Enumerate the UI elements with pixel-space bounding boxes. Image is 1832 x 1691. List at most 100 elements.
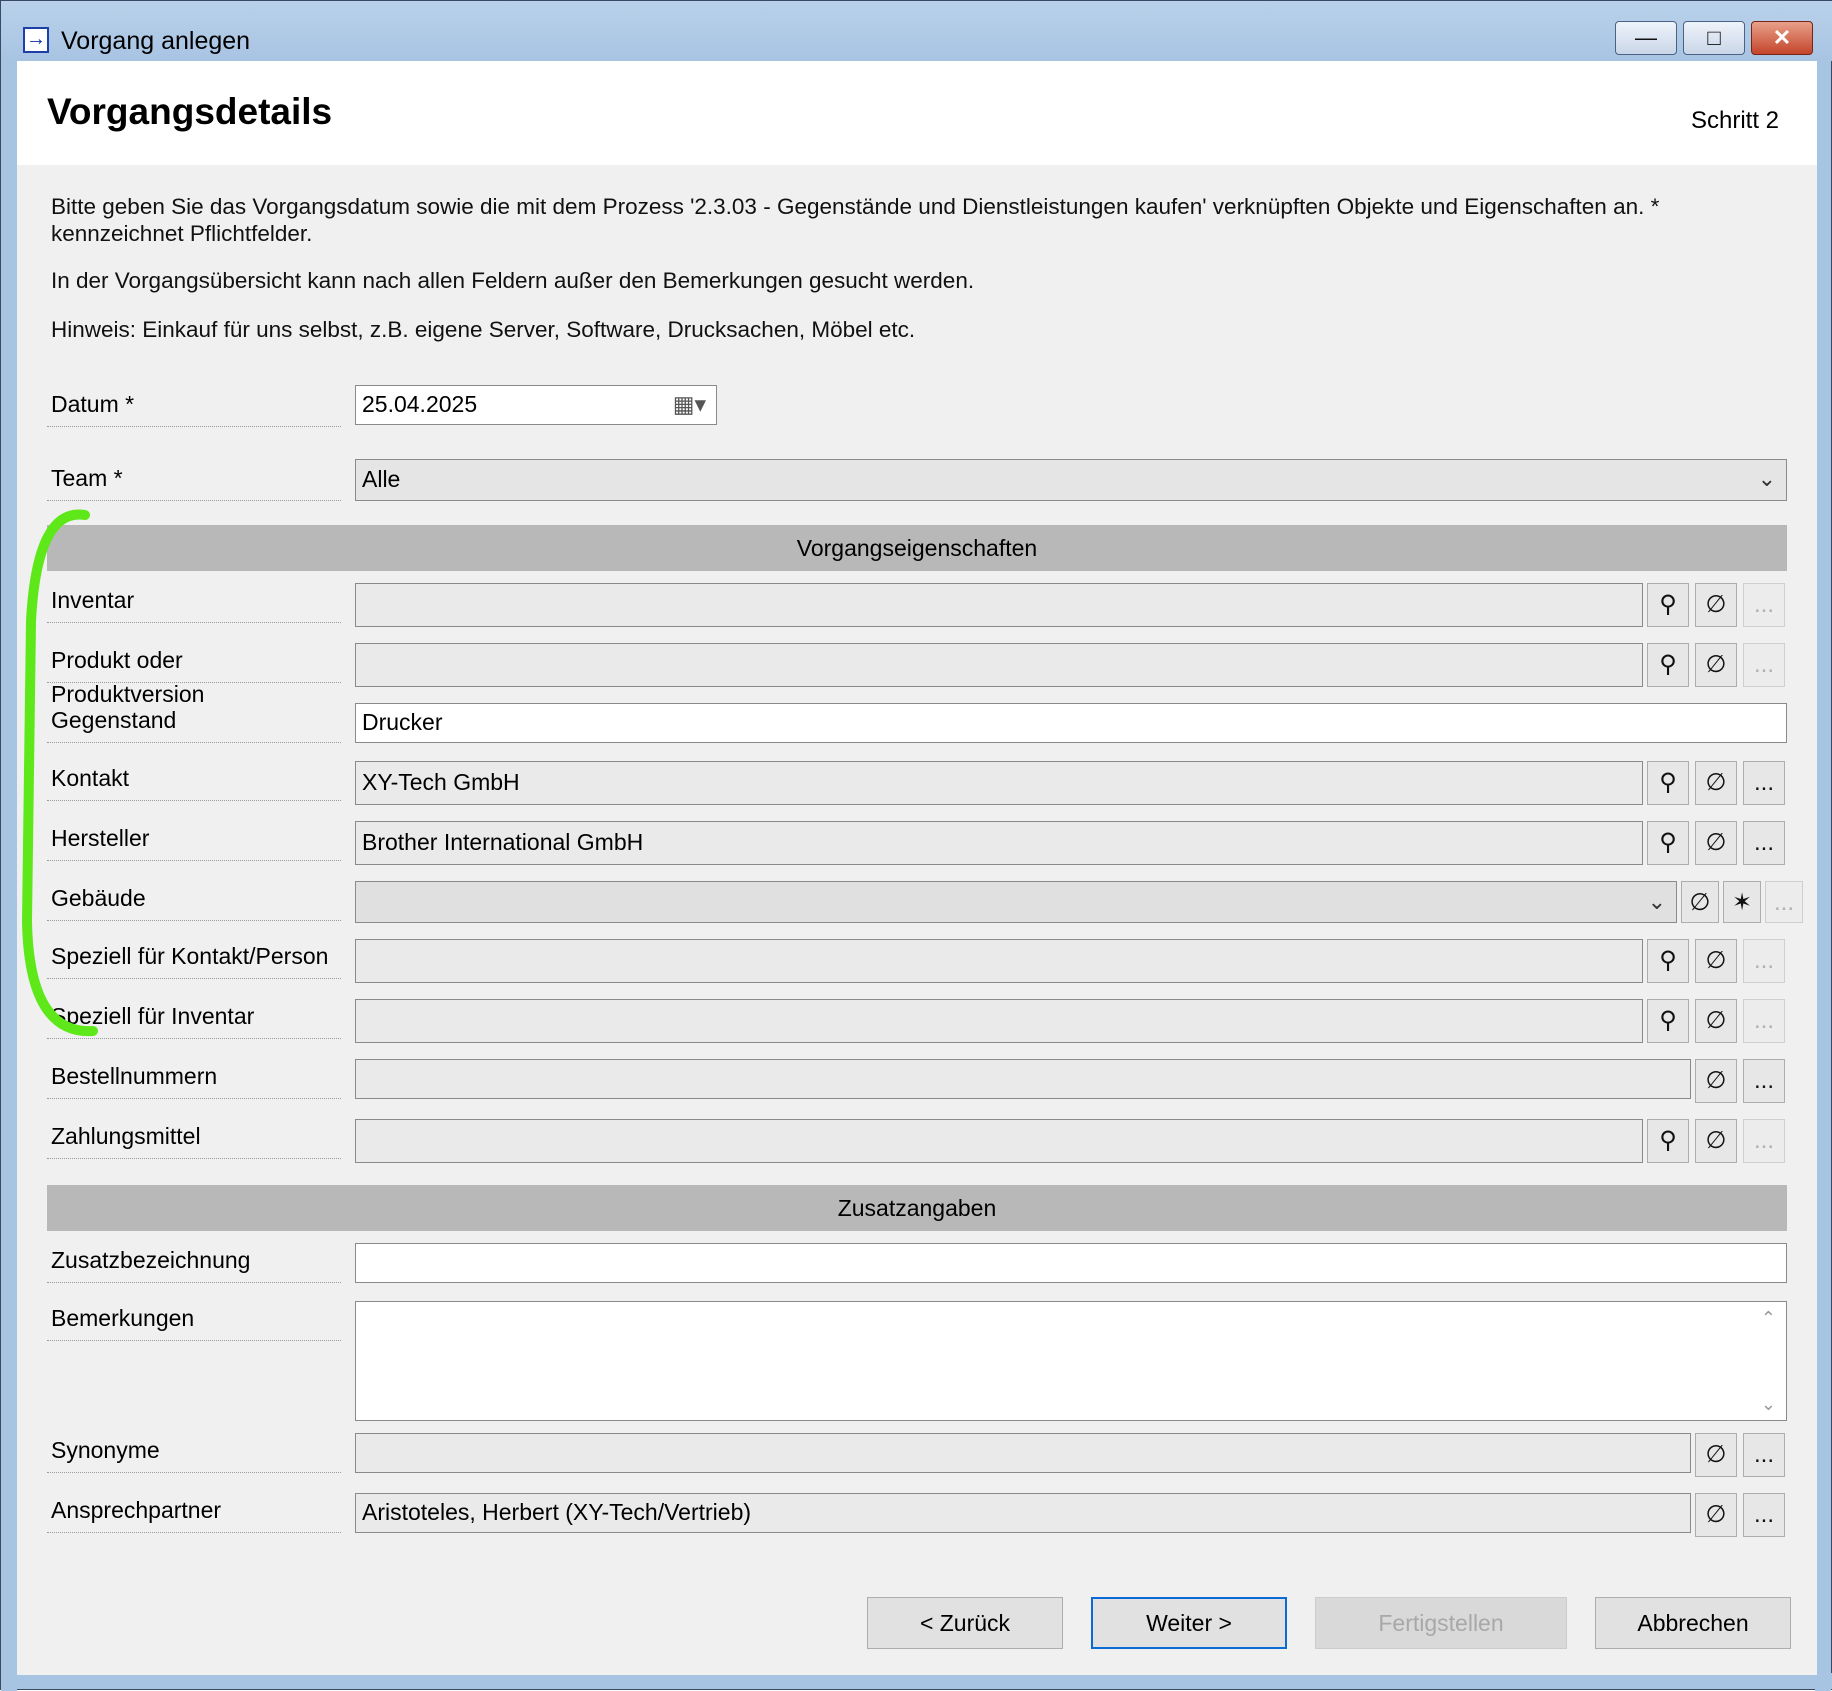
clear-icon: ∅	[1705, 591, 1727, 618]
speziell-kontakt-clear-button[interactable]: ∅	[1695, 939, 1737, 983]
synonyme-clear-button[interactable]: ∅	[1695, 1433, 1737, 1477]
page-title: Vorgangsdetails	[47, 91, 333, 132]
next-button[interactable]: Weiter >	[1091, 1597, 1287, 1649]
ansprechpartner-label: Ansprechpartner	[47, 1493, 341, 1533]
ansprechpartner-more-button[interactable]: ...	[1743, 1493, 1785, 1537]
kontakt-clear-button[interactable]: ∅	[1695, 761, 1737, 805]
clear-icon: ∅	[1689, 889, 1711, 916]
calendar-icon[interactable]: ▦▾	[673, 386, 706, 422]
scroll-up-icon[interactable]: ⌃	[1761, 1306, 1776, 1330]
window-frame-bottom	[1, 1673, 1832, 1689]
annotation-bracket	[21, 509, 98, 1037]
finish-button[interactable]: Fertigstellen	[1315, 1597, 1567, 1649]
synonyme-field[interactable]	[355, 1433, 1691, 1473]
inventar-pick-button[interactable]: ⚲	[1647, 583, 1689, 627]
pin-icon: ⚲	[1659, 1007, 1677, 1034]
clear-icon: ∅	[1705, 1067, 1727, 1094]
bestellnummern-clear-button[interactable]: ∅	[1695, 1059, 1737, 1103]
team-select[interactable]: Alle ⌄	[355, 459, 1787, 501]
kontakt-pick-button[interactable]: ⚲	[1647, 761, 1689, 805]
kontakt-field[interactable]: XY-Tech GmbH	[355, 761, 1643, 805]
speziell-inventar-field[interactable]	[355, 999, 1643, 1043]
wizard-header: Vorgangsdetails Schritt 2	[17, 61, 1817, 165]
minimize-icon: —	[1635, 25, 1657, 50]
hersteller-clear-button[interactable]: ∅	[1695, 821, 1737, 865]
synonyme-more-button[interactable]: ...	[1743, 1433, 1785, 1477]
window-frame-left	[1, 61, 17, 1691]
produkt-pick-button[interactable]: ⚲	[1647, 643, 1689, 687]
kontakt-more-button[interactable]: ...	[1743, 761, 1785, 805]
maximize-button[interactable]: □	[1683, 21, 1745, 55]
zahlungsmittel-label: Zahlungsmittel	[47, 1119, 341, 1159]
gebaeude-clear-button[interactable]: ∅	[1681, 881, 1719, 923]
ellipsis-icon: ...	[1753, 1501, 1774, 1528]
zahlungsmittel-clear-button[interactable]: ∅	[1695, 1119, 1737, 1163]
zahlungsmittel-more-button[interactable]: ...	[1743, 1119, 1785, 1163]
bestellnummern-more-button[interactable]: ...	[1743, 1059, 1785, 1103]
pin-icon: ⚲	[1659, 651, 1677, 678]
produkt-clear-button[interactable]: ∅	[1695, 643, 1737, 687]
title-bar[interactable]	[1, 1, 1832, 61]
datum-label: Datum *	[47, 387, 341, 427]
intro-text-3: In der Vorgangsübersicht kann nach allen…	[51, 268, 975, 293]
ellipsis-icon: ...	[1753, 591, 1774, 618]
app-icon: →	[23, 27, 49, 53]
zahlungsmittel-pick-button[interactable]: ⚲	[1647, 1119, 1689, 1163]
zusatzbezeichnung-input[interactable]	[355, 1243, 1787, 1283]
minimize-button[interactable]: —	[1615, 21, 1677, 55]
pin-icon: ⚲	[1659, 769, 1677, 796]
bestellnummern-field[interactable]	[355, 1059, 1691, 1099]
produkt-field[interactable]	[355, 643, 1643, 687]
pin-icon: ⚲	[1659, 1127, 1677, 1154]
step-indicator: Schritt 2	[1690, 107, 1779, 134]
scroll-down-icon[interactable]: ⌄	[1761, 1392, 1776, 1416]
ellipsis-icon: ...	[1753, 829, 1774, 856]
star-icon: ✶	[1731, 889, 1753, 916]
synonyme-label: Synonyme	[47, 1433, 341, 1473]
datum-value: 25.04.2025	[362, 391, 478, 417]
bemerkungen-textarea[interactable]: ⌃ ⌄	[355, 1301, 1787, 1421]
speziell-kontakt-field[interactable]	[355, 939, 1643, 983]
speziell-inventar-clear-button[interactable]: ∅	[1695, 999, 1737, 1043]
maximize-icon: □	[1707, 25, 1721, 50]
speziell-kontakt-pick-button[interactable]: ⚲	[1647, 939, 1689, 983]
zusatzbezeichnung-label: Zusatzbezeichnung	[47, 1243, 341, 1283]
produkt-more-button[interactable]: ...	[1743, 643, 1785, 687]
zahlungsmittel-field[interactable]	[355, 1119, 1643, 1163]
dialog-content: Vorgangsdetails Schritt 2 Bitte geben Si…	[17, 61, 1817, 1675]
window-title: Vorgang anlegen	[61, 27, 251, 55]
inventar-more-button[interactable]: ...	[1743, 583, 1785, 627]
chevron-down-icon: ⌄	[1647, 889, 1666, 914]
gegenstand-input[interactable]: Drucker	[355, 703, 1787, 743]
intro-text-4: Hinweis: Einkauf für uns selbst, z.B. ei…	[51, 317, 916, 342]
gebaeude-more-button[interactable]: ...	[1765, 881, 1803, 923]
gebaeude-star-button[interactable]: ✶	[1723, 881, 1761, 923]
pin-icon: ⚲	[1659, 829, 1677, 856]
inventar-clear-button[interactable]: ∅	[1695, 583, 1737, 627]
hersteller-pick-button[interactable]: ⚲	[1647, 821, 1689, 865]
clear-icon: ∅	[1705, 1127, 1727, 1154]
gebaeude-select[interactable]: ⌄	[355, 881, 1677, 923]
speziell-kontakt-more-button[interactable]: ...	[1743, 939, 1785, 983]
hersteller-field[interactable]: Brother International GmbH	[355, 821, 1643, 865]
intro-text-1: Bitte geben Sie das Vorgangsdatum sowie …	[51, 194, 1660, 219]
close-icon: ✕	[1772, 25, 1792, 50]
speziell-inventar-more-button[interactable]: ...	[1743, 999, 1785, 1043]
speziell-inventar-pick-button[interactable]: ⚲	[1647, 999, 1689, 1043]
team-label: Team *	[47, 461, 341, 501]
close-button[interactable]: ✕	[1751, 21, 1813, 55]
bestellnummern-label: Bestellnummern	[47, 1059, 341, 1099]
hersteller-more-button[interactable]: ...	[1743, 821, 1785, 865]
ansprechpartner-field[interactable]: Aristoteles, Herbert (XY-Tech/Vertrieb)	[355, 1493, 1691, 1533]
back-button[interactable]: < Zurück	[867, 1597, 1063, 1649]
clear-icon: ∅	[1705, 651, 1727, 678]
datum-date-picker[interactable]: 25.04.2025 ▦▾	[355, 385, 717, 425]
ellipsis-icon: ...	[1753, 1067, 1774, 1094]
inventar-field[interactable]	[355, 583, 1643, 627]
ansprechpartner-clear-button[interactable]: ∅	[1695, 1493, 1737, 1537]
ellipsis-icon: ...	[1773, 889, 1794, 916]
cancel-button[interactable]: Abbrechen	[1595, 1597, 1791, 1649]
clear-icon: ∅	[1705, 769, 1727, 796]
ellipsis-icon: ...	[1753, 769, 1774, 796]
bemerkungen-label: Bemerkungen	[47, 1301, 341, 1341]
